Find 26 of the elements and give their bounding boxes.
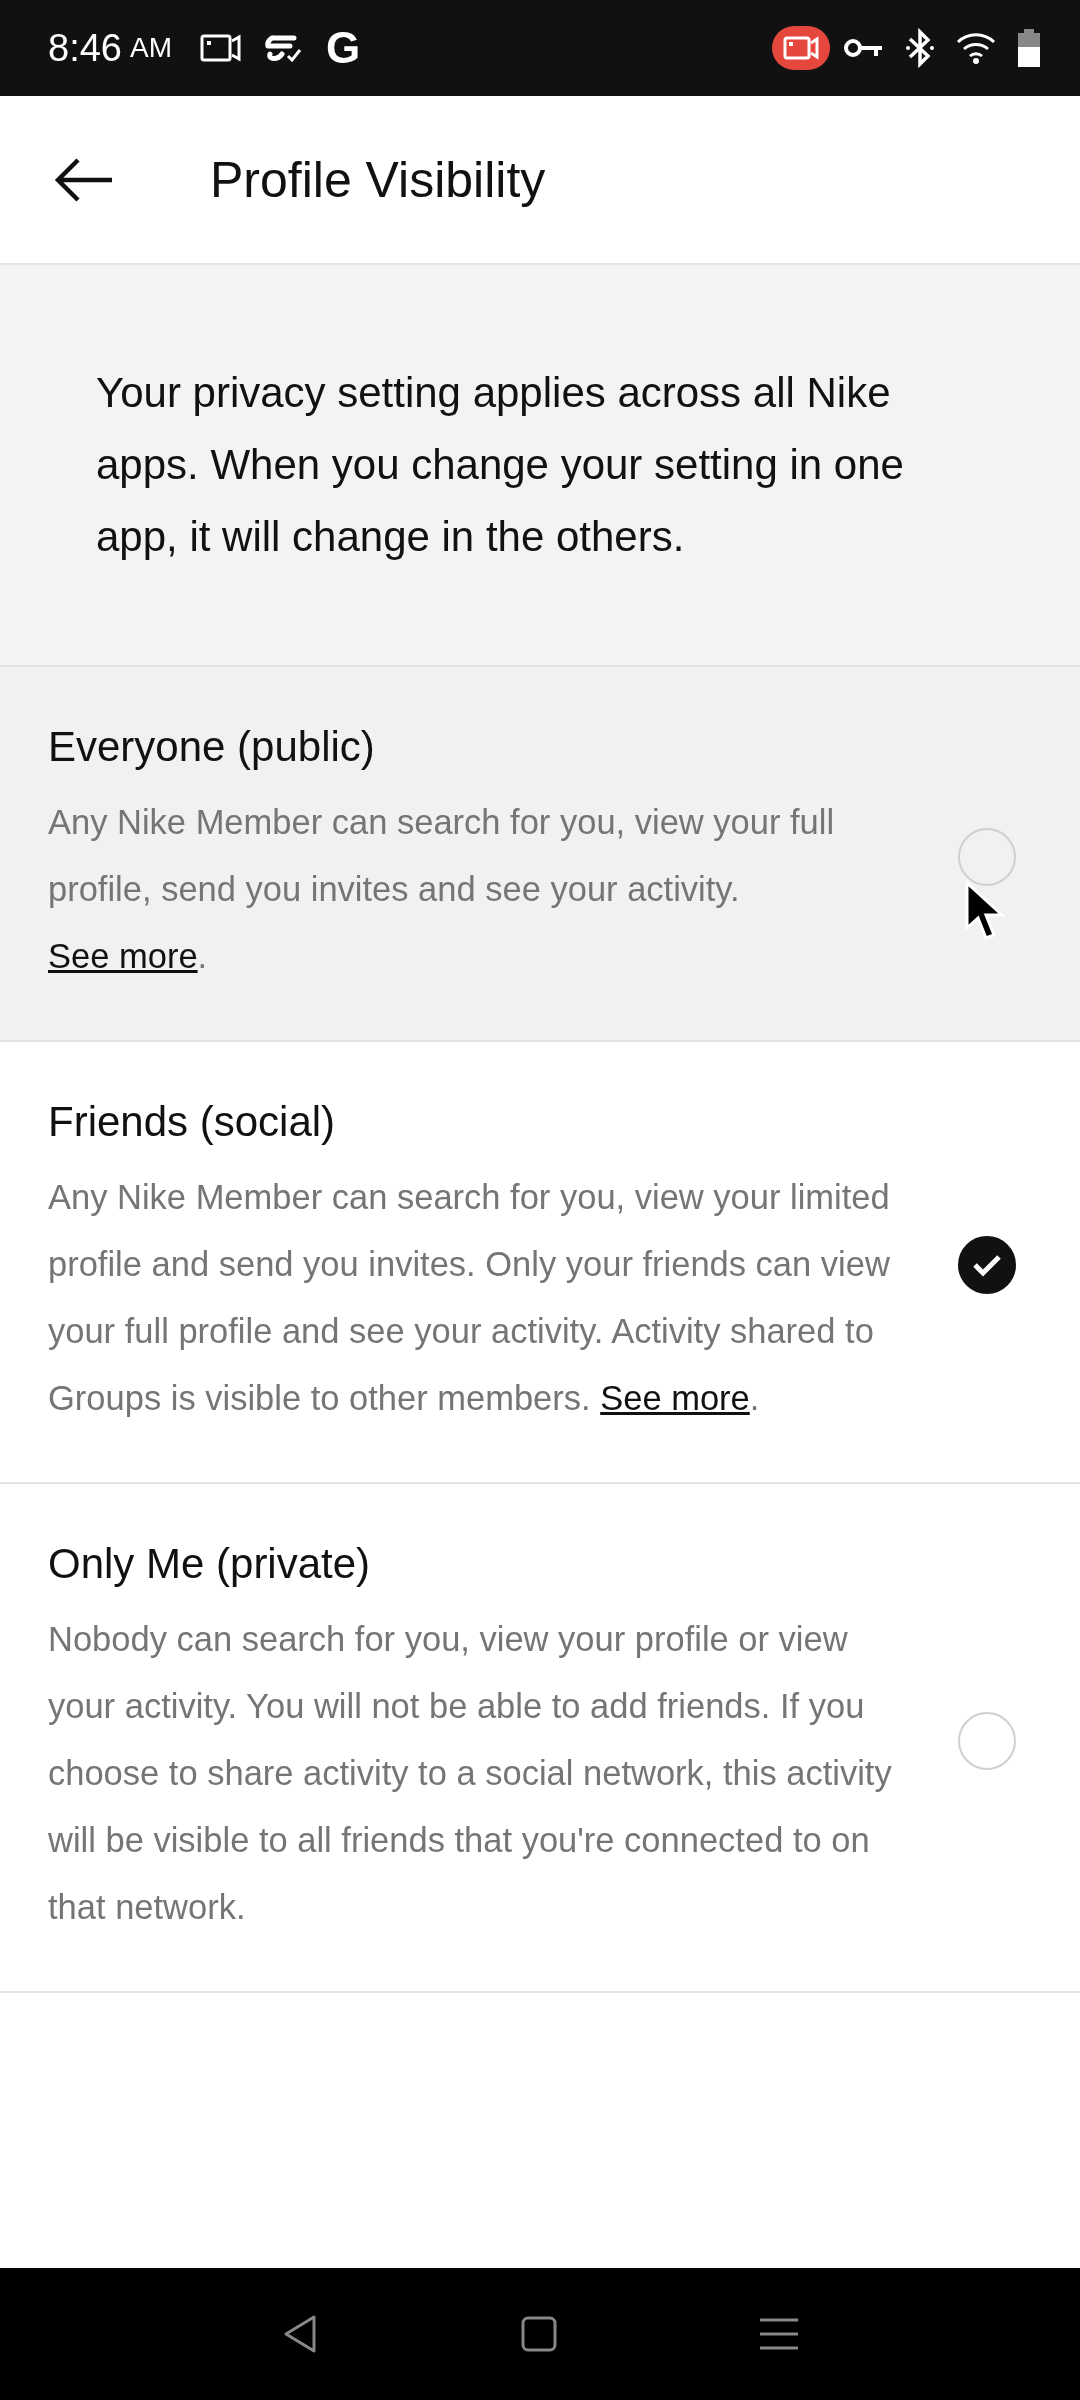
see-more-link[interactable]: See more bbox=[600, 1379, 750, 1417]
recording-indicator-icon bbox=[772, 26, 830, 70]
visibility-option[interactable]: Everyone (public) Any Nike Member can search for you, view your full profile, send you invites and see your activity. See more. bbox=[0, 667, 1080, 1042]
google-icon: G bbox=[325, 23, 361, 73]
app-notification-icon bbox=[263, 32, 304, 64]
bluetooth-icon bbox=[906, 28, 934, 68]
option-title: Friends (social) bbox=[48, 1098, 337, 1146]
screen-record-icon bbox=[199, 33, 242, 63]
checkmark-icon bbox=[972, 1253, 1002, 1277]
see-more-link[interactable]: See more bbox=[48, 937, 198, 975]
battery-icon bbox=[1018, 29, 1040, 67]
status-time: 8:46 bbox=[48, 26, 122, 70]
option-description: Any Nike Member can search for you, view your limited profile and send you invites. Only your friends can view your full profile and see your activity. Activity shared to Groups is visible to other members. See more. bbox=[48, 1177, 891, 1419]
status-time-period: AM bbox=[129, 32, 172, 64]
wifi-icon bbox=[956, 31, 996, 65]
privacy-note: Your privacy setting applies across all Nike apps. When you change your setting in one app, it will change in the others. bbox=[96, 368, 905, 562]
radio-button[interactable] bbox=[958, 1236, 1016, 1294]
page-title: Profile Visibility bbox=[210, 150, 546, 209]
key-icon bbox=[844, 36, 884, 60]
option-description: Any Nike Member can search for you, view your full profile, send you invites and see your activity. See more. bbox=[48, 802, 836, 977]
option-title: Everyone (public) bbox=[48, 723, 376, 771]
option-title: Only Me (private) bbox=[48, 1540, 372, 1588]
back-arrow-icon[interactable] bbox=[54, 157, 114, 202]
menu-icon[interactable] bbox=[760, 2317, 799, 2351]
home-icon[interactable] bbox=[521, 2316, 557, 2352]
option-description: Nobody can search for you, view your profile or view your activity. You will not be able to add friends. If you choose to share activity to a social network, this activity will be visible to all friends that you're connected to on that network. bbox=[48, 1619, 893, 1928]
